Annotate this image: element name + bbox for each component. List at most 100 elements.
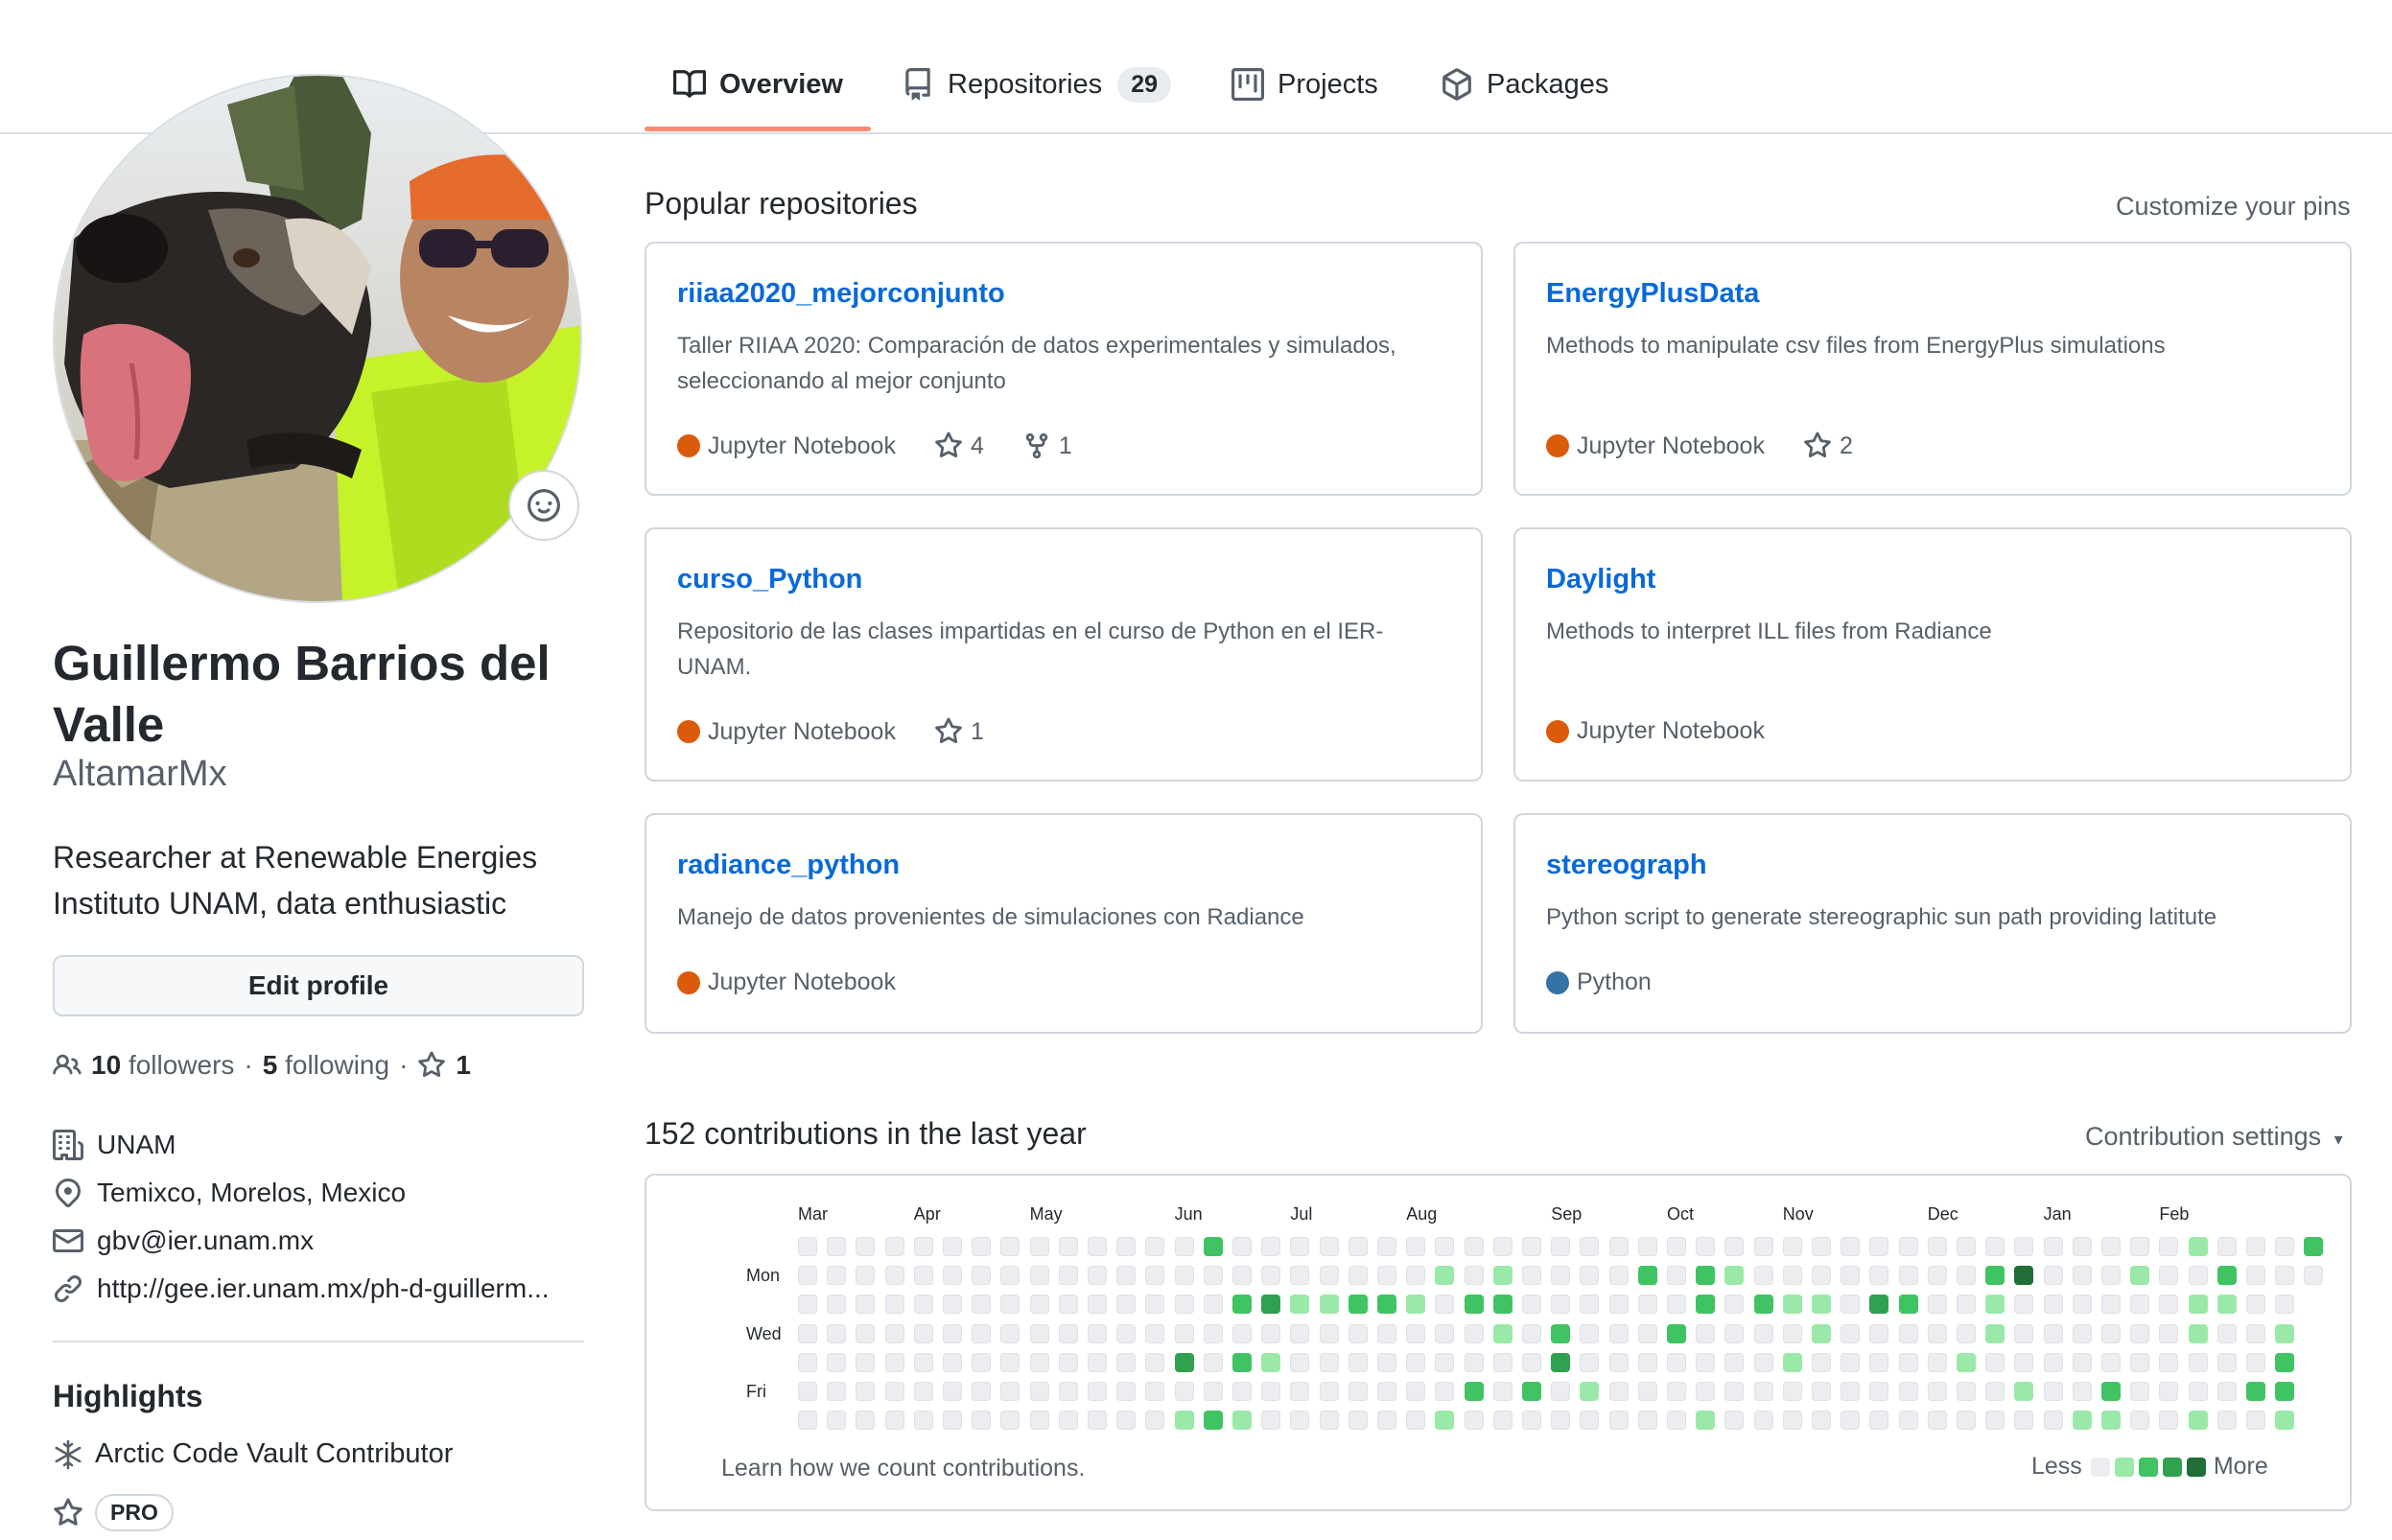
contribution-day[interactable] (1029, 1411, 1049, 1431)
contribution-day[interactable] (2188, 1323, 2208, 1343)
contribution-day[interactable] (1841, 1411, 1861, 1431)
contribution-day[interactable] (972, 1295, 992, 1315)
contribution-day[interactable] (972, 1237, 992, 1256)
contribution-day[interactable] (1724, 1323, 1745, 1343)
contribution-day[interactable] (1088, 1411, 1107, 1431)
contribution-day[interactable] (1088, 1352, 1107, 1372)
contribution-day[interactable] (1667, 1352, 1686, 1372)
contribution-day[interactable] (1377, 1411, 1396, 1431)
contribution-day[interactable] (1029, 1295, 1049, 1315)
contribution-day[interactable] (1782, 1266, 1802, 1286)
contribution-day[interactable] (1637, 1295, 1657, 1315)
contribution-day[interactable] (1522, 1382, 1541, 1401)
highlight-arctic-vault[interactable]: Arctic Code Vault Contributor (53, 1438, 453, 1470)
contribution-day[interactable] (1782, 1382, 1802, 1401)
contribution-day[interactable] (913, 1295, 933, 1315)
repo-name-link[interactable]: radiance_python (677, 850, 900, 881)
contribution-day[interactable] (1812, 1323, 1831, 1343)
contribution-day[interactable] (1957, 1237, 1976, 1256)
contribution-day[interactable] (2101, 1237, 2121, 1256)
contribution-day[interactable] (1812, 1382, 1831, 1401)
contribution-day[interactable] (1088, 1295, 1107, 1315)
contribution-day[interactable] (1869, 1266, 1889, 1286)
contribution-day[interactable] (1000, 1382, 1020, 1401)
contribution-day[interactable] (1985, 1352, 2005, 1372)
contribution-day[interactable] (1608, 1382, 1629, 1401)
contribution-day[interactable] (1000, 1237, 1020, 1256)
contribution-day[interactable] (1232, 1352, 1252, 1372)
contribution-day[interactable] (2216, 1323, 2237, 1343)
contribution-day[interactable] (856, 1237, 876, 1256)
contribution-day[interactable] (2159, 1295, 2179, 1315)
contribution-day[interactable] (1898, 1237, 1918, 1256)
contribution-day[interactable] (827, 1266, 847, 1286)
contribution-day[interactable] (2043, 1382, 2063, 1401)
contribution-day[interactable] (2043, 1411, 2063, 1431)
repo-stars-link[interactable]: 1 (934, 717, 984, 746)
contribution-day[interactable] (2072, 1266, 2092, 1286)
contribution-day[interactable] (1435, 1411, 1455, 1431)
contribution-day[interactable] (2246, 1411, 2265, 1431)
contribution-day[interactable] (1580, 1295, 1600, 1315)
contribution-day[interactable] (2216, 1295, 2237, 1315)
contribution-day[interactable] (1492, 1237, 1513, 1256)
contribution-day[interactable] (1232, 1382, 1252, 1401)
contribution-day[interactable] (2130, 1295, 2150, 1315)
contribution-day[interactable] (1203, 1323, 1223, 1343)
contribution-day[interactable] (1957, 1295, 1976, 1315)
contribution-day[interactable] (1058, 1295, 1078, 1315)
contribution-day[interactable] (1174, 1352, 1194, 1372)
repo-name-link[interactable]: Daylight (1546, 564, 1655, 595)
contribution-day[interactable] (1753, 1237, 1773, 1256)
contribution-day[interactable] (1985, 1266, 2005, 1286)
contribution-day[interactable] (1927, 1411, 1947, 1431)
contribution-day[interactable] (1637, 1382, 1657, 1401)
contribution-day[interactable] (2043, 1237, 2063, 1256)
contribution-day[interactable] (1667, 1266, 1686, 1286)
contribution-day[interactable] (943, 1295, 962, 1315)
website-link[interactable]: http://gee.ier.unam.mx/ph-d-guillerm... (97, 1273, 550, 1304)
contribution-day[interactable] (1377, 1323, 1396, 1343)
repo-name-link[interactable]: stereograph (1546, 850, 1707, 881)
contribution-day[interactable] (1637, 1352, 1657, 1372)
edit-profile-button[interactable]: Edit profile (53, 955, 584, 1016)
contribution-day[interactable] (1406, 1295, 1426, 1315)
contribution-day[interactable] (1145, 1352, 1165, 1372)
contribution-day[interactable] (1957, 1382, 1976, 1401)
contribution-day[interactable] (1000, 1323, 1020, 1343)
contribution-day[interactable] (2130, 1411, 2150, 1431)
contribution-day[interactable] (1464, 1323, 1484, 1343)
contribution-day[interactable] (943, 1237, 962, 1256)
contribution-day[interactable] (798, 1237, 817, 1256)
contribution-day[interactable] (1290, 1237, 1310, 1256)
contribution-day[interactable] (1753, 1323, 1773, 1343)
contribution-day[interactable] (1319, 1237, 1339, 1256)
contribution-day[interactable] (1957, 1266, 1976, 1286)
email-link[interactable]: gbv@ier.unam.mx (97, 1225, 314, 1256)
contribution-day[interactable] (1232, 1266, 1252, 1286)
contribution-day[interactable] (1116, 1266, 1137, 1286)
contribution-day[interactable] (1522, 1266, 1541, 1286)
contribution-day[interactable] (1522, 1295, 1541, 1315)
contribution-day[interactable] (2246, 1295, 2265, 1315)
contribution-day[interactable] (1927, 1237, 1947, 1256)
contribution-day[interactable] (943, 1266, 962, 1286)
contribution-day[interactable] (2216, 1352, 2237, 1372)
contribution-day[interactable] (1348, 1266, 1368, 1286)
contribution-day[interactable] (1724, 1382, 1745, 1401)
contribution-day[interactable] (1608, 1266, 1629, 1286)
contribution-day[interactable] (1782, 1323, 1802, 1343)
contribution-day[interactable] (1232, 1237, 1252, 1256)
contribution-day[interactable] (913, 1352, 933, 1372)
contribution-day[interactable] (913, 1323, 933, 1343)
contribution-day[interactable] (1957, 1352, 1976, 1372)
contribution-day[interactable] (2043, 1323, 2063, 1343)
contribution-day[interactable] (1841, 1295, 1861, 1315)
contribution-day[interactable] (1898, 1352, 1918, 1372)
contribution-day[interactable] (798, 1352, 817, 1372)
contribution-day[interactable] (2275, 1266, 2295, 1286)
contribution-settings-dropdown[interactable]: Contribution settings ▾ (2085, 1122, 2343, 1152)
contribution-day[interactable] (1580, 1382, 1600, 1401)
contribution-day[interactable] (1841, 1352, 1861, 1372)
contribution-day[interactable] (1348, 1352, 1368, 1372)
